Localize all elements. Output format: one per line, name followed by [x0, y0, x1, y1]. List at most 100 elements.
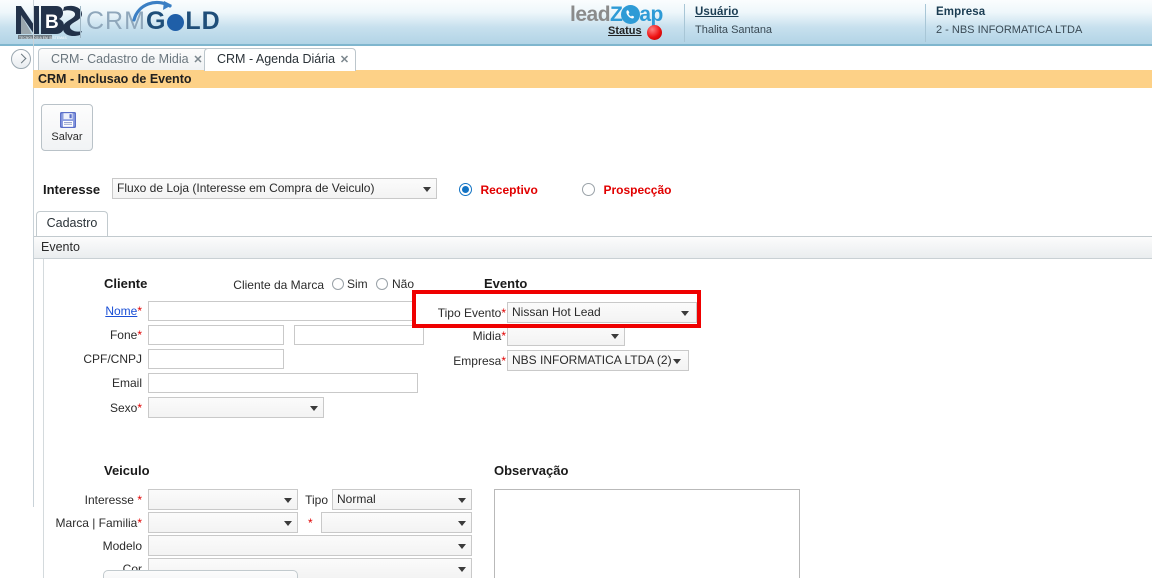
midia-label: Midia* [444, 329, 506, 343]
veiculo-tipo-select[interactable]: Normal [332, 489, 472, 510]
header-company-block: Empresa 2 - NBS INFORMATICA LTDA [925, 4, 1150, 42]
radio-prospeccao-label: Prospecção [603, 183, 672, 197]
header-user-block: Usuário Thalita Santana [684, 4, 924, 42]
marca-select[interactable] [148, 512, 298, 533]
expand-sidebar-chevron-right-icon[interactable] [11, 49, 31, 69]
interesse-select[interactable]: Fluxo de Loja (Interesse em Compra de Ve… [112, 178, 437, 199]
empresa-select[interactable]: NBS INFORMATICA LTDA (2) [507, 350, 689, 371]
chevron-down-icon [458, 567, 466, 572]
nome-required-marker: * [137, 304, 142, 318]
modelo-select[interactable] [148, 535, 472, 556]
fone-label: Fone* [74, 328, 142, 342]
leadzap-logo: leadZ ap Status [570, 3, 680, 45]
nome-link[interactable]: Nome [105, 304, 137, 318]
observacao-section-title: Observação [494, 463, 569, 478]
chevron-down-icon [310, 406, 318, 411]
cpf-cnpj-label: CPF/CNPJ [83, 352, 142, 366]
chevron-down-icon [673, 359, 681, 364]
chevron-down-icon [284, 498, 292, 503]
familia-select[interactable] [321, 512, 472, 533]
empresa-select-value: NBS INFORMATICA LTDA (2) [512, 353, 672, 367]
whatsapp-phone-icon [621, 5, 641, 24]
crm-application-window: B TECNOLOGIA EM SISTEMAS CRMG LD leadZ a… [0, 0, 1152, 578]
cpf-cnpj-input[interactable] [148, 349, 284, 369]
fone-label-text: Fone [109, 328, 138, 342]
radio-receptivo-dot[interactable] [459, 183, 472, 196]
evento-panel-body: Cliente Cliente da Marca Sim Não Nome* F… [43, 259, 1152, 578]
sexo-select[interactable] [148, 397, 324, 418]
veiculo-section-title: Veiculo [104, 463, 150, 478]
company-label: Empresa [936, 6, 986, 18]
floppy-disk-icon [59, 111, 77, 129]
user-label[interactable]: Usuário [695, 6, 924, 18]
tipo-evento-label-text: Tipo Evento [437, 306, 502, 320]
radio-cliente-marca-nao[interactable] [376, 278, 388, 290]
page-title: CRM - Inclusao de Evento [33, 70, 1152, 88]
user-value: Thalita Santana [695, 24, 773, 36]
tipo-evento-label: Tipo Evento* [432, 306, 506, 320]
evento-section-title: Evento [484, 276, 528, 291]
leadzap-ap-text: ap [639, 3, 663, 26]
sexo-label-text: Sexo [109, 401, 138, 415]
tab-cadastro[interactable]: Cadastro [36, 211, 108, 236]
tab-close-icon[interactable]: ✕ [193, 53, 202, 66]
radio-receptivo-label: Receptivo [480, 183, 538, 197]
veiculo-interesse-required-marker: * [137, 493, 142, 507]
veiculo-interesse-select[interactable] [148, 489, 298, 510]
interesse-label: Interesse [43, 182, 101, 197]
cliente-section-title: Cliente [104, 276, 148, 291]
leadzap-wordmark: leadZ ap [570, 3, 663, 27]
fone-input[interactable] [148, 325, 284, 345]
company-value: 2 - NBS INFORMATICA LTDA [936, 24, 1083, 36]
chevron-down-icon [611, 334, 619, 339]
tab-close-icon[interactable]: ✕ [340, 53, 349, 66]
email-input[interactable] [148, 373, 418, 393]
tipo-evento-required-marker: * [501, 306, 506, 320]
nbs-logo: B TECNOLOGIA EM SISTEMAS [14, 2, 86, 42]
radio-prospeccao[interactable]: Prospecção [582, 181, 672, 199]
empresa-label: Empresa* [432, 354, 506, 368]
chevron-down-icon [458, 544, 466, 549]
veiculo-interesse-label: Interesse * [54, 493, 142, 507]
radio-cliente-marca-nao-label: Não [392, 277, 415, 291]
crmgold-wordmark: CRMG LD [86, 7, 221, 36]
radio-prospeccao-dot[interactable] [582, 183, 595, 196]
radio-receptivo[interactable]: Receptivo [459, 181, 538, 199]
marca-familia-required-marker: * [137, 516, 142, 530]
chevron-down-icon [458, 521, 466, 526]
sexo-label: Sexo* [74, 401, 142, 415]
save-button-label: Salvar [51, 131, 83, 143]
leadzap-lead-text: lead [570, 3, 611, 26]
veiculo-tipo-label: Tipo [305, 493, 328, 507]
nome-input[interactable] [148, 301, 414, 321]
observacao-textarea[interactable] [494, 489, 800, 578]
app-header: B TECNOLOGIA EM SISTEMAS CRMG LD leadZ a… [0, 0, 1152, 46]
tab-crm-cadastro-de-midia[interactable]: CRM- Cadastro de Midia ✕ [38, 48, 210, 71]
veiculo-interesse-label-text: Interesse [84, 493, 134, 507]
save-button[interactable]: Salvar [41, 104, 93, 151]
bottom-panel-stub [103, 570, 298, 578]
svg-text:B: B [45, 12, 59, 33]
tab-label: CRM - Agenda Diária [217, 52, 336, 66]
tipo-evento-select[interactable]: Nissan Hot Lead [507, 302, 697, 323]
chevron-down-icon [423, 187, 431, 192]
midia-label-text: Midia [472, 329, 502, 343]
form-toolbar: Salvar [34, 89, 1152, 167]
evento-panel-header: Evento [34, 237, 1152, 259]
gold-g: G [145, 7, 167, 35]
fone-secondary-input[interactable] [294, 325, 424, 345]
chevron-down-icon [458, 498, 466, 503]
interesse-row: Interesse Fluxo de Loja (Interesse em Co… [34, 178, 1152, 204]
status-link[interactable]: Status [608, 25, 642, 37]
midia-required-marker: * [501, 329, 506, 343]
evento-panel: Evento Cliente Cliente da Marca Sim Não … [34, 236, 1152, 578]
tipo-evento-select-value: Nissan Hot Lead [512, 305, 601, 319]
radio-cliente-marca-sim[interactable] [332, 278, 344, 290]
marca-familia-label: Marca | Familia* [44, 516, 142, 530]
tab-crm-agenda-diaria[interactable]: CRM - Agenda Diária ✕ [204, 48, 357, 71]
chevron-down-icon [681, 311, 689, 316]
midia-select[interactable] [507, 325, 625, 346]
logo-divider [80, 6, 81, 38]
nome-label: Nome* [74, 304, 142, 318]
interesse-select-value: Fluxo de Loja (Interesse em Compra de Ve… [117, 181, 375, 195]
